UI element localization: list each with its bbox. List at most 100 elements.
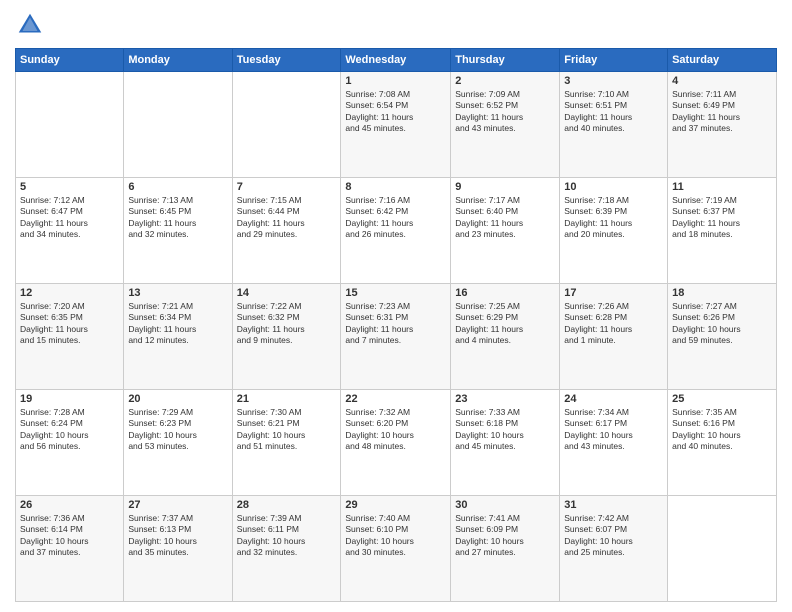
day-number: 3: [564, 75, 663, 87]
day-number: 12: [20, 287, 119, 299]
weekday-header-tuesday: Tuesday: [232, 49, 341, 72]
header: [15, 10, 777, 40]
cell-content: Sunrise: 7:28 AM Sunset: 6:24 PM Dayligh…: [20, 407, 119, 453]
day-number: 2: [455, 75, 555, 87]
calendar-cell: 26 Sunrise: 7:36 AM Sunset: 6:14 PM Dayli…: [16, 496, 124, 602]
cell-content: Sunrise: 7:37 AM Sunset: 6:13 PM Dayligh…: [128, 513, 227, 559]
day-number: 16: [455, 287, 555, 299]
calendar-cell: 20Sunrise: 7:29 AM Sunset: 6:23 PM Dayli…: [124, 390, 232, 496]
calendar-cell: [668, 496, 777, 602]
page: SundayMondayTuesdayWednesdayThursdayFrid…: [0, 0, 792, 612]
cell-content: Sunrise: 7:08 AM Sunset: 6:54 PM Dayligh…: [345, 89, 446, 135]
calendar-cell: 9 Sunrise: 7:17 AM Sunset: 6:40 PM Daylig…: [451, 178, 560, 284]
cell-content: Sunrise: 7:34 AM Sunset: 6:17 PM Dayligh…: [564, 407, 663, 453]
calendar-cell: 24 Sunrise: 7:34 AM Sunset: 6:17 PM Dayli…: [560, 390, 668, 496]
calendar-cell: 3 Sunrise: 7:10 AM Sunset: 6:51 PM Daylig…: [560, 72, 668, 178]
calendar-cell: 1Sunrise: 7:08 AM Sunset: 6:54 PM Daylig…: [341, 72, 451, 178]
cell-content: Sunrise: 7:19 AM Sunset: 6:37 PM Dayligh…: [672, 195, 772, 241]
calendar-cell: 30 Sunrise: 7:41 AM Sunset: 6:09 PM Dayli…: [451, 496, 560, 602]
calendar-cell: 10Sunrise: 7:18 AM Sunset: 6:39 PM Dayli…: [560, 178, 668, 284]
weekday-header-thursday: Thursday: [451, 49, 560, 72]
day-number: 30: [455, 499, 555, 511]
day-number: 8: [345, 181, 446, 193]
cell-content: Sunrise: 7:17 AM Sunset: 6:40 PM Dayligh…: [455, 195, 555, 241]
calendar-week-row: 5 Sunrise: 7:12 AM Sunset: 6:47 PM Daylig…: [16, 178, 777, 284]
cell-content: Sunrise: 7:16 AM Sunset: 6:42 PM Dayligh…: [345, 195, 446, 241]
calendar-cell: 29 Sunrise: 7:40 AM Sunset: 6:10 PM Dayli…: [341, 496, 451, 602]
calendar-cell: 17 Sunrise: 7:26 AM Sunset: 6:28 PM Dayli…: [560, 284, 668, 390]
day-number: 21: [237, 393, 337, 405]
cell-content: Sunrise: 7:26 AM Sunset: 6:28 PM Dayligh…: [564, 301, 663, 347]
cell-content: Sunrise: 7:09 AM Sunset: 6:52 PM Dayligh…: [455, 89, 555, 135]
calendar-cell: 18 Sunrise: 7:27 AM Sunset: 6:26 PM Dayli…: [668, 284, 777, 390]
day-number: 23: [455, 393, 555, 405]
calendar-cell: 19 Sunrise: 7:28 AM Sunset: 6:24 PM Dayli…: [16, 390, 124, 496]
calendar-cell: [124, 72, 232, 178]
weekday-header-monday: Monday: [124, 49, 232, 72]
day-number: 24: [564, 393, 663, 405]
logo-icon: [15, 10, 45, 40]
cell-content: Sunrise: 7:27 AM Sunset: 6:26 PM Dayligh…: [672, 301, 772, 347]
calendar-cell: 25 Sunrise: 7:35 AM Sunset: 6:16 PM Dayli…: [668, 390, 777, 496]
calendar-cell: 2 Sunrise: 7:09 AM Sunset: 6:52 PM Daylig…: [451, 72, 560, 178]
day-number: 5: [20, 181, 119, 193]
day-number: 15: [345, 287, 446, 299]
cell-content: Sunrise: 7:29 AM Sunset: 6:23 PM Dayligh…: [128, 407, 227, 453]
day-number: 7: [237, 181, 337, 193]
cell-content: Sunrise: 7:21 AM Sunset: 6:34 PM Dayligh…: [128, 301, 227, 347]
cell-content: Sunrise: 7:42 AM Sunset: 6:07 PM Dayligh…: [564, 513, 663, 559]
weekday-header-wednesday: Wednesday: [341, 49, 451, 72]
cell-content: Sunrise: 7:32 AM Sunset: 6:20 PM Dayligh…: [345, 407, 446, 453]
cell-content: Sunrise: 7:33 AM Sunset: 6:18 PM Dayligh…: [455, 407, 555, 453]
cell-content: Sunrise: 7:12 AM Sunset: 6:47 PM Dayligh…: [20, 195, 119, 241]
cell-content: Sunrise: 7:11 AM Sunset: 6:49 PM Dayligh…: [672, 89, 772, 135]
day-number: 26: [20, 499, 119, 511]
weekday-header-sunday: Sunday: [16, 49, 124, 72]
cell-content: Sunrise: 7:30 AM Sunset: 6:21 PM Dayligh…: [237, 407, 337, 453]
cell-content: Sunrise: 7:35 AM Sunset: 6:16 PM Dayligh…: [672, 407, 772, 453]
day-number: 28: [237, 499, 337, 511]
cell-content: Sunrise: 7:15 AM Sunset: 6:44 PM Dayligh…: [237, 195, 337, 241]
weekday-header-saturday: Saturday: [668, 49, 777, 72]
day-number: 25: [672, 393, 772, 405]
day-number: 17: [564, 287, 663, 299]
calendar-week-row: 19 Sunrise: 7:28 AM Sunset: 6:24 PM Dayli…: [16, 390, 777, 496]
calendar-table: SundayMondayTuesdayWednesdayThursdayFrid…: [15, 48, 777, 602]
calendar-cell: 16 Sunrise: 7:25 AM Sunset: 6:29 PM Dayli…: [451, 284, 560, 390]
cell-content: Sunrise: 7:41 AM Sunset: 6:09 PM Dayligh…: [455, 513, 555, 559]
day-number: 31: [564, 499, 663, 511]
calendar-cell: 27 Sunrise: 7:37 AM Sunset: 6:13 PM Dayli…: [124, 496, 232, 602]
calendar-cell: 12 Sunrise: 7:20 AM Sunset: 6:35 PM Dayli…: [16, 284, 124, 390]
cell-content: Sunrise: 7:22 AM Sunset: 6:32 PM Dayligh…: [237, 301, 337, 347]
cell-content: Sunrise: 7:36 AM Sunset: 6:14 PM Dayligh…: [20, 513, 119, 559]
day-number: 14: [237, 287, 337, 299]
day-number: 6: [128, 181, 227, 193]
logo: [15, 10, 49, 40]
calendar-week-row: 12 Sunrise: 7:20 AM Sunset: 6:35 PM Dayli…: [16, 284, 777, 390]
cell-content: Sunrise: 7:18 AM Sunset: 6:39 PM Dayligh…: [564, 195, 663, 241]
calendar-cell: 11 Sunrise: 7:19 AM Sunset: 6:37 PM Dayli…: [668, 178, 777, 284]
calendar-cell: [16, 72, 124, 178]
calendar-week-row: 1Sunrise: 7:08 AM Sunset: 6:54 PM Daylig…: [16, 72, 777, 178]
calendar-cell: 15Sunrise: 7:23 AM Sunset: 6:31 PM Dayli…: [341, 284, 451, 390]
day-number: 22: [345, 393, 446, 405]
day-number: 4: [672, 75, 772, 87]
calendar-cell: 13 Sunrise: 7:21 AM Sunset: 6:34 PM Dayli…: [124, 284, 232, 390]
calendar-cell: 22 Sunrise: 7:32 AM Sunset: 6:20 PM Dayli…: [341, 390, 451, 496]
calendar-cell: 23 Sunrise: 7:33 AM Sunset: 6:18 PM Dayli…: [451, 390, 560, 496]
calendar-week-row: 26 Sunrise: 7:36 AM Sunset: 6:14 PM Dayli…: [16, 496, 777, 602]
calendar-cell: 31 Sunrise: 7:42 AM Sunset: 6:07 PM Dayli…: [560, 496, 668, 602]
day-number: 11: [672, 181, 772, 193]
day-number: 18: [672, 287, 772, 299]
calendar-cell: 8 Sunrise: 7:16 AM Sunset: 6:42 PM Daylig…: [341, 178, 451, 284]
day-number: 27: [128, 499, 227, 511]
day-number: 9: [455, 181, 555, 193]
cell-content: Sunrise: 7:25 AM Sunset: 6:29 PM Dayligh…: [455, 301, 555, 347]
cell-content: Sunrise: 7:10 AM Sunset: 6:51 PM Dayligh…: [564, 89, 663, 135]
day-number: 29: [345, 499, 446, 511]
cell-content: Sunrise: 7:40 AM Sunset: 6:10 PM Dayligh…: [345, 513, 446, 559]
day-number: 13: [128, 287, 227, 299]
cell-content: Sunrise: 7:20 AM Sunset: 6:35 PM Dayligh…: [20, 301, 119, 347]
calendar-cell: 6Sunrise: 7:13 AM Sunset: 6:45 PM Daylig…: [124, 178, 232, 284]
day-number: 19: [20, 393, 119, 405]
